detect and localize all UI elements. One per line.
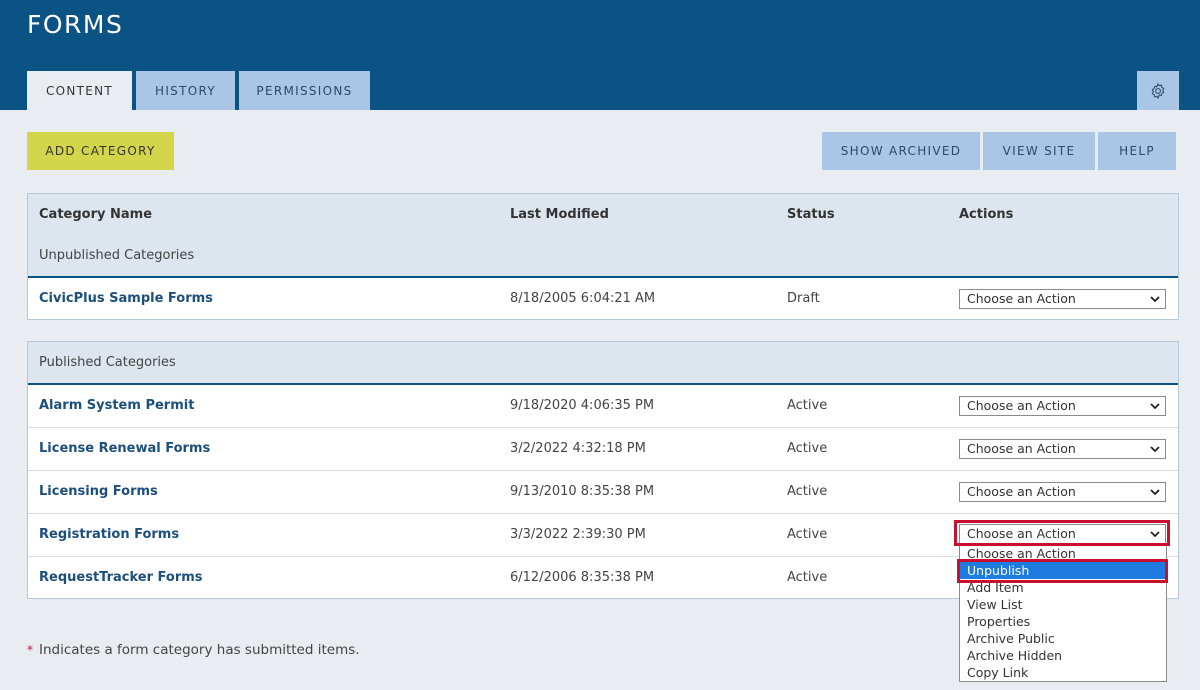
dropdown-option[interactable]: Archive Hidden bbox=[960, 647, 1166, 664]
action-select[interactable]: Choose an Action bbox=[959, 482, 1166, 502]
status-cell: Active bbox=[787, 527, 828, 542]
category-name-link[interactable]: Alarm System Permit bbox=[39, 398, 194, 413]
chevron-down-icon bbox=[1150, 489, 1160, 496]
last-modified-cell: 3/2/2022 4:32:18 PM bbox=[510, 441, 646, 456]
chevron-down-icon bbox=[1150, 403, 1160, 410]
last-modified-cell: 9/13/2010 8:35:38 PM bbox=[510, 484, 655, 499]
table-header: Category Name Last Modified Status Actio… bbox=[28, 194, 1178, 277]
table-row: Alarm System Permit 9/18/2020 4:06:35 PM… bbox=[28, 385, 1178, 427]
action-select-value: Choose an Action bbox=[967, 398, 1076, 413]
status-cell: Active bbox=[787, 484, 828, 499]
last-modified-cell: 8/18/2005 6:04:21 AM bbox=[510, 291, 656, 306]
dropdown-option[interactable]: Copy Link bbox=[960, 664, 1166, 681]
highlight-select-box bbox=[954, 520, 1170, 546]
action-select-value: Choose an Action bbox=[967, 291, 1076, 306]
page-title: FORMS bbox=[27, 10, 124, 39]
chevron-down-icon bbox=[1150, 446, 1160, 453]
action-select-value: Choose an Action bbox=[967, 441, 1076, 456]
category-name-link[interactable]: CivicPlus Sample Forms bbox=[39, 291, 213, 306]
action-select[interactable]: Choose an Action bbox=[959, 439, 1166, 459]
status-cell: Active bbox=[787, 398, 828, 413]
action-select[interactable]: Choose an Action bbox=[959, 396, 1166, 416]
action-select[interactable]: Choose an Action bbox=[959, 289, 1166, 309]
tab-permissions[interactable]: PERMISSIONS bbox=[239, 71, 370, 110]
status-cell: Draft bbox=[787, 291, 820, 306]
column-header-name: Category Name bbox=[39, 207, 153, 222]
footnote-star: * bbox=[27, 643, 33, 657]
page-header: FORMS CONTENT HISTORY PERMISSIONS bbox=[0, 0, 1200, 110]
add-category-button[interactable]: ADD CATEGORY bbox=[27, 132, 174, 170]
dropdown-option[interactable]: View List bbox=[960, 596, 1166, 613]
highlight-unpublish-box bbox=[957, 559, 1168, 583]
chevron-down-icon bbox=[1150, 296, 1160, 303]
column-header-last-modified: Last Modified bbox=[510, 207, 609, 222]
unpublished-group-label: Unpublished Categories bbox=[39, 248, 195, 263]
action-select-value: Choose an Action bbox=[967, 484, 1076, 499]
dropdown-option[interactable]: Properties bbox=[960, 613, 1166, 630]
column-header-status: Status bbox=[787, 207, 835, 222]
footnote-text: Indicates a form category has submitted … bbox=[39, 642, 360, 658]
published-group-header: Published Categories bbox=[28, 342, 1178, 384]
table-row: CivicPlus Sample Forms 8/18/2005 6:04:21… bbox=[28, 278, 1178, 320]
dropdown-option[interactable]: Archive Public bbox=[960, 630, 1166, 647]
column-header-actions: Actions bbox=[959, 207, 1014, 222]
footnote: * Indicates a form category has submitted… bbox=[27, 642, 360, 658]
status-cell: Active bbox=[787, 441, 828, 456]
last-modified-cell: 9/18/2020 4:06:35 PM bbox=[510, 398, 655, 413]
category-name-link[interactable]: Registration Forms bbox=[39, 527, 179, 542]
published-group-label: Published Categories bbox=[39, 355, 176, 370]
settings-button[interactable] bbox=[1137, 71, 1179, 110]
unpublished-table: Category Name Last Modified Status Actio… bbox=[27, 193, 1179, 320]
tab-content[interactable]: CONTENT bbox=[27, 71, 132, 110]
category-name-link[interactable]: License Renewal Forms bbox=[39, 441, 210, 456]
tab-history[interactable]: HISTORY bbox=[136, 71, 235, 110]
status-cell: Active bbox=[787, 570, 828, 585]
show-archived-button[interactable]: SHOW ARCHIVED bbox=[822, 132, 980, 170]
category-name-link[interactable]: Licensing Forms bbox=[39, 484, 158, 499]
help-button[interactable]: HELP bbox=[1098, 132, 1176, 170]
gear-icon bbox=[1151, 82, 1165, 99]
view-site-button[interactable]: VIEW SITE bbox=[983, 132, 1095, 170]
category-name-link[interactable]: RequestTracker Forms bbox=[39, 570, 203, 585]
table-row: License Renewal Forms 3/2/2022 4:32:18 P… bbox=[28, 427, 1178, 469]
table-row: Licensing Forms 9/13/2010 8:35:38 PM Act… bbox=[28, 470, 1178, 512]
last-modified-cell: 6/12/2006 8:35:38 PM bbox=[510, 570, 655, 585]
last-modified-cell: 3/3/2022 2:39:30 PM bbox=[510, 527, 646, 542]
